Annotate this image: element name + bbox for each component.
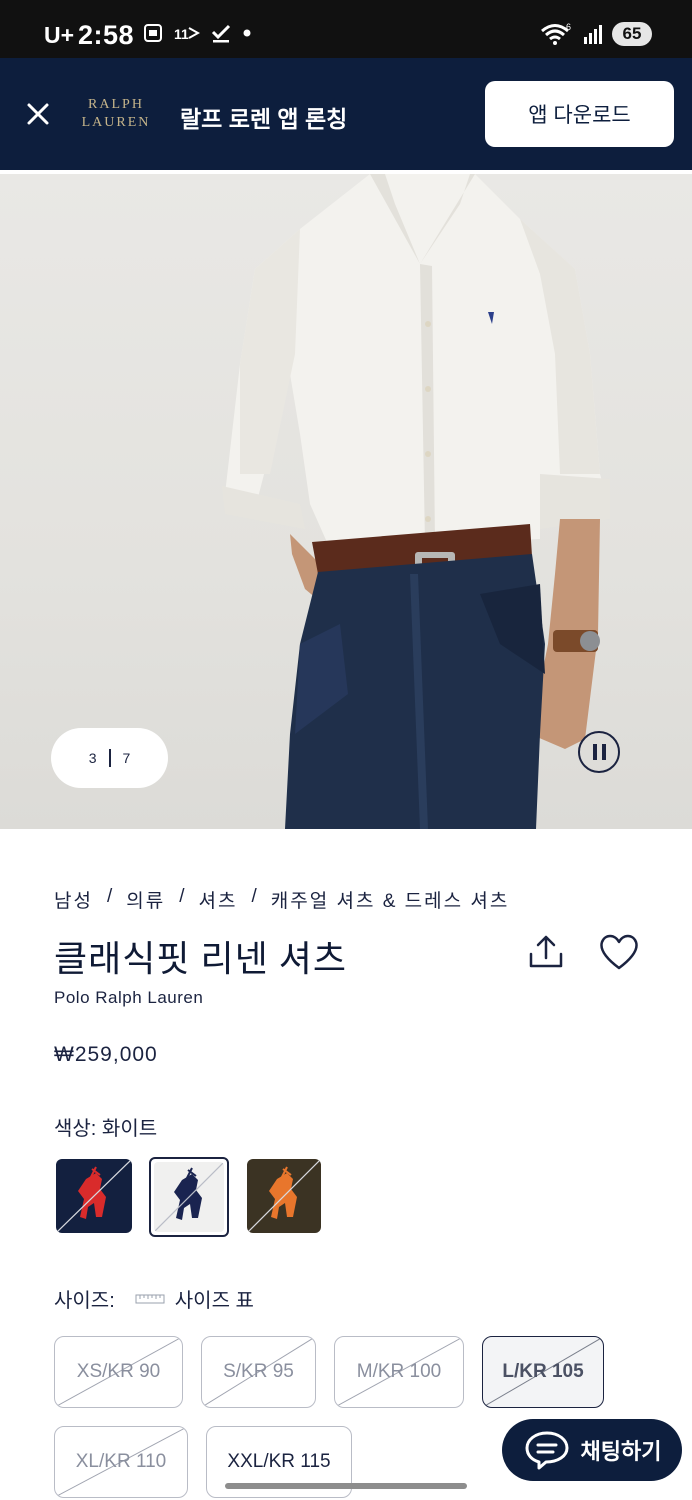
heart-icon[interactable] — [598, 932, 640, 972]
share-icon[interactable] — [526, 932, 566, 972]
breadcrumb-item-casual-dress-shirts[interactable]: 캐주얼 셔츠 & 드레스 셔츠 — [271, 886, 510, 913]
size-option-s[interactable]: S/KR 95 — [201, 1336, 316, 1408]
ruler-icon — [135, 1294, 165, 1303]
svg-text:11: 11 — [174, 26, 189, 42]
size-option-l[interactable]: L/KR 105 — [482, 1336, 604, 1408]
color-swatch-olive[interactable] — [247, 1159, 321, 1233]
pager-total: 7 — [122, 750, 131, 766]
pager-separator — [108, 749, 111, 767]
signal-icon — [584, 25, 602, 44]
chat-label: 채팅하기 — [580, 1439, 662, 1464]
color-swatches — [56, 1157, 336, 1237]
size-label: 사이즈: — [54, 1290, 115, 1312]
product-image-gallery[interactable]: 3 7 — [0, 174, 692, 829]
product-brand[interactable]: Polo Ralph Lauren — [54, 988, 203, 1008]
breadcrumb-item-shirts[interactable]: 셔츠 — [199, 886, 238, 913]
carrier-label: U+ — [44, 22, 75, 48]
pager-current: 3 — [88, 750, 97, 766]
size-row: 사이즈: 사이즈 표 — [54, 1284, 254, 1313]
pony-logo-icon — [56, 1159, 132, 1233]
breadcrumb-item-clothing[interactable]: 의류 — [126, 886, 165, 913]
size-chart-link[interactable]: 사이즈 표 — [175, 1284, 254, 1313]
pony-logo-icon — [154, 1162, 224, 1232]
breadcrumb-separator: / — [251, 886, 257, 907]
color-swatch-white[interactable] — [149, 1157, 229, 1237]
breadcrumb-separator: / — [179, 886, 185, 907]
status-time: 2:58 — [78, 20, 135, 50]
size-option-xs[interactable]: XS/KR 90 — [54, 1336, 183, 1408]
wifi-icon: 6 — [541, 22, 571, 45]
notification-icons: 11 — [142, 22, 252, 44]
close-icon[interactable] — [20, 96, 56, 132]
app-download-button[interactable]: 앱 다운로드 — [485, 81, 674, 147]
battery-indicator: 65 — [612, 22, 652, 46]
dot-icon — [243, 29, 251, 37]
eleven-street-icon: 11 — [174, 26, 200, 42]
size-option-m[interactable]: M/KR 100 — [334, 1336, 464, 1408]
product-price: ₩259,000 — [54, 1043, 158, 1066]
pony-logo-icon — [247, 1159, 321, 1233]
home-indicator — [225, 1483, 467, 1489]
check-icon — [211, 24, 231, 43]
screenshot-icon — [144, 24, 162, 42]
app-download-banner: RALPH LAUREN 랄프 로렌 앱 론칭 앱 다운로드 — [0, 58, 692, 170]
system-icons: 6 65 — [540, 22, 652, 46]
gallery-pager: 3 7 — [51, 728, 168, 788]
ralph-lauren-logo: RALPH LAUREN — [81, 97, 151, 130]
breadcrumb-item-men[interactable]: 남성 — [54, 886, 93, 913]
breadcrumb: 남성 / 의류 / 셔츠 / 캐주얼 셔츠 & 드레스 셔츠 — [54, 886, 509, 913]
status-bar: 2:58 U+ 11 6 65 — [0, 0, 692, 58]
pause-icon[interactable] — [578, 731, 620, 773]
chat-button[interactable]: 채팅하기 — [502, 1419, 682, 1481]
banner-title: 랄프 로렌 앱 론칭 — [180, 106, 348, 132]
size-option-xl[interactable]: XL/KR 110 — [54, 1426, 188, 1498]
chat-icon — [525, 1431, 569, 1470]
color-swatch-navy[interactable] — [56, 1159, 132, 1233]
svg-text:6: 6 — [566, 22, 571, 32]
color-label: 색상: 화이트 — [54, 1118, 158, 1140]
breadcrumb-separator: / — [106, 886, 113, 907]
product-title: 클래식핏 리넨 셔츠 — [54, 939, 347, 979]
